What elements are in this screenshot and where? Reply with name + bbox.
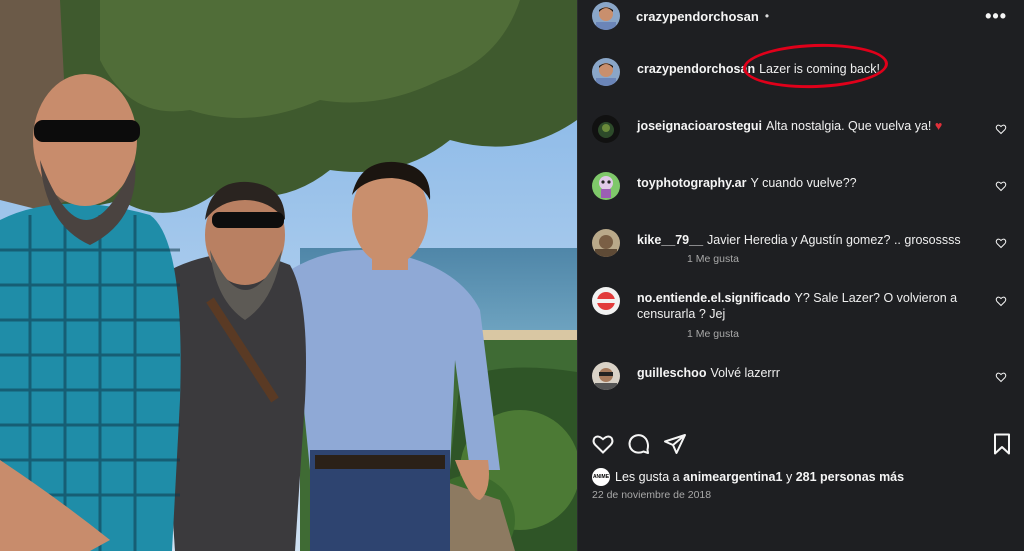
commenter-avatar[interactable]	[592, 229, 620, 257]
comment-username[interactable]: kike__79__	[637, 233, 703, 247]
post-header: crazypendorchosan • •••	[578, 0, 1024, 32]
likes-conjunction: y	[785, 470, 793, 484]
like-comment-heart-icon[interactable]	[995, 123, 1007, 135]
post-date[interactable]: 22 de noviembre de 2018	[592, 489, 711, 501]
author-avatar[interactable]	[592, 2, 620, 30]
nes-avatar-icon	[592, 287, 620, 315]
toy-avatar-icon	[592, 172, 620, 200]
more-options-icon[interactable]: •••	[985, 6, 1007, 27]
like-heart-icon[interactable]	[591, 432, 615, 456]
heart-emoji: ♥	[934, 119, 943, 133]
photo-illustration	[0, 0, 577, 551]
instagram-post: crazypendorchosan • ••• crazypendorchosa…	[0, 0, 1024, 551]
like-comment-heart-icon[interactable]	[995, 295, 1007, 307]
likes-summary: ANIME Les gusta a animeargentina1 y 281 …	[592, 468, 904, 486]
commenter-avatar[interactable]	[592, 287, 620, 315]
comment-text: Volvé lazerrr	[710, 366, 780, 380]
comment-body: guilleschoo Volvé lazerrr	[637, 365, 987, 381]
like-comment-heart-icon[interactable]	[995, 180, 1007, 192]
comment-username[interactable]: no.entiende.el.significado	[637, 291, 791, 305]
save-bookmark-icon[interactable]	[990, 432, 1014, 456]
author-username[interactable]: crazypendorchosan	[636, 9, 759, 24]
post-action-bar	[578, 428, 1024, 460]
kike-avatar-icon	[592, 229, 620, 257]
comment-text: Y cuando vuelve??	[750, 176, 857, 190]
like-comment-heart-icon[interactable]	[995, 237, 1007, 249]
comment-body: toyphotography.ar Y cuando vuelve??	[637, 175, 987, 191]
commenter-avatar[interactable]	[592, 172, 620, 200]
guille-avatar-icon	[592, 362, 620, 390]
share-send-icon[interactable]	[663, 432, 687, 456]
author-avatar-icon	[592, 2, 620, 30]
comment-bubble-icon[interactable]	[627, 432, 651, 456]
dark-avatar-icon	[592, 115, 620, 143]
likes-count-link[interactable]: 281 personas más	[796, 470, 904, 484]
author-avatar[interactable]	[592, 58, 620, 86]
header-separator-dot: •	[764, 9, 770, 23]
comment-body: no.entiende.el.significado Y? Sale Lazer?…	[637, 290, 987, 322]
comment-body: joseignacioarostegui Alta nostalgia. Que …	[637, 118, 987, 134]
comment-like-count[interactable]: 1 Me gusta	[687, 253, 739, 265]
post-side-panel: crazypendorchosan • ••• crazypendorchosa…	[577, 0, 1024, 551]
commenter-avatar[interactable]	[592, 115, 620, 143]
liker-avatar[interactable]: ANIME	[592, 468, 610, 486]
liker-username[interactable]: animeargentina1	[683, 470, 782, 484]
comment-text: Alta nostalgia. Que vuelva ya!	[766, 119, 932, 133]
likes-prefix: Les gusta a	[615, 470, 680, 484]
comment-like-count[interactable]: 1 Me gusta	[687, 328, 739, 340]
comment-username[interactable]: guilleschoo	[637, 366, 706, 380]
commenter-avatar[interactable]	[592, 362, 620, 390]
post-photo[interactable]	[0, 0, 577, 551]
caption-text: Lazer is coming back!	[759, 62, 880, 76]
comment-text: Javier Heredia y Agustín gomez? .. groso…	[707, 233, 961, 247]
caption-username[interactable]: crazypendorchosan	[637, 62, 755, 76]
caption-body: crazypendorchosan Lazer is coming back!	[637, 61, 987, 77]
author-avatar-icon	[592, 58, 620, 86]
comment-username[interactable]: toyphotography.ar	[637, 176, 747, 190]
comment-username[interactable]: joseignacioarostegui	[637, 119, 762, 133]
like-comment-heart-icon[interactable]	[995, 371, 1007, 383]
comment-body: kike__79__ Javier Heredia y Agustín gomez…	[637, 232, 987, 248]
